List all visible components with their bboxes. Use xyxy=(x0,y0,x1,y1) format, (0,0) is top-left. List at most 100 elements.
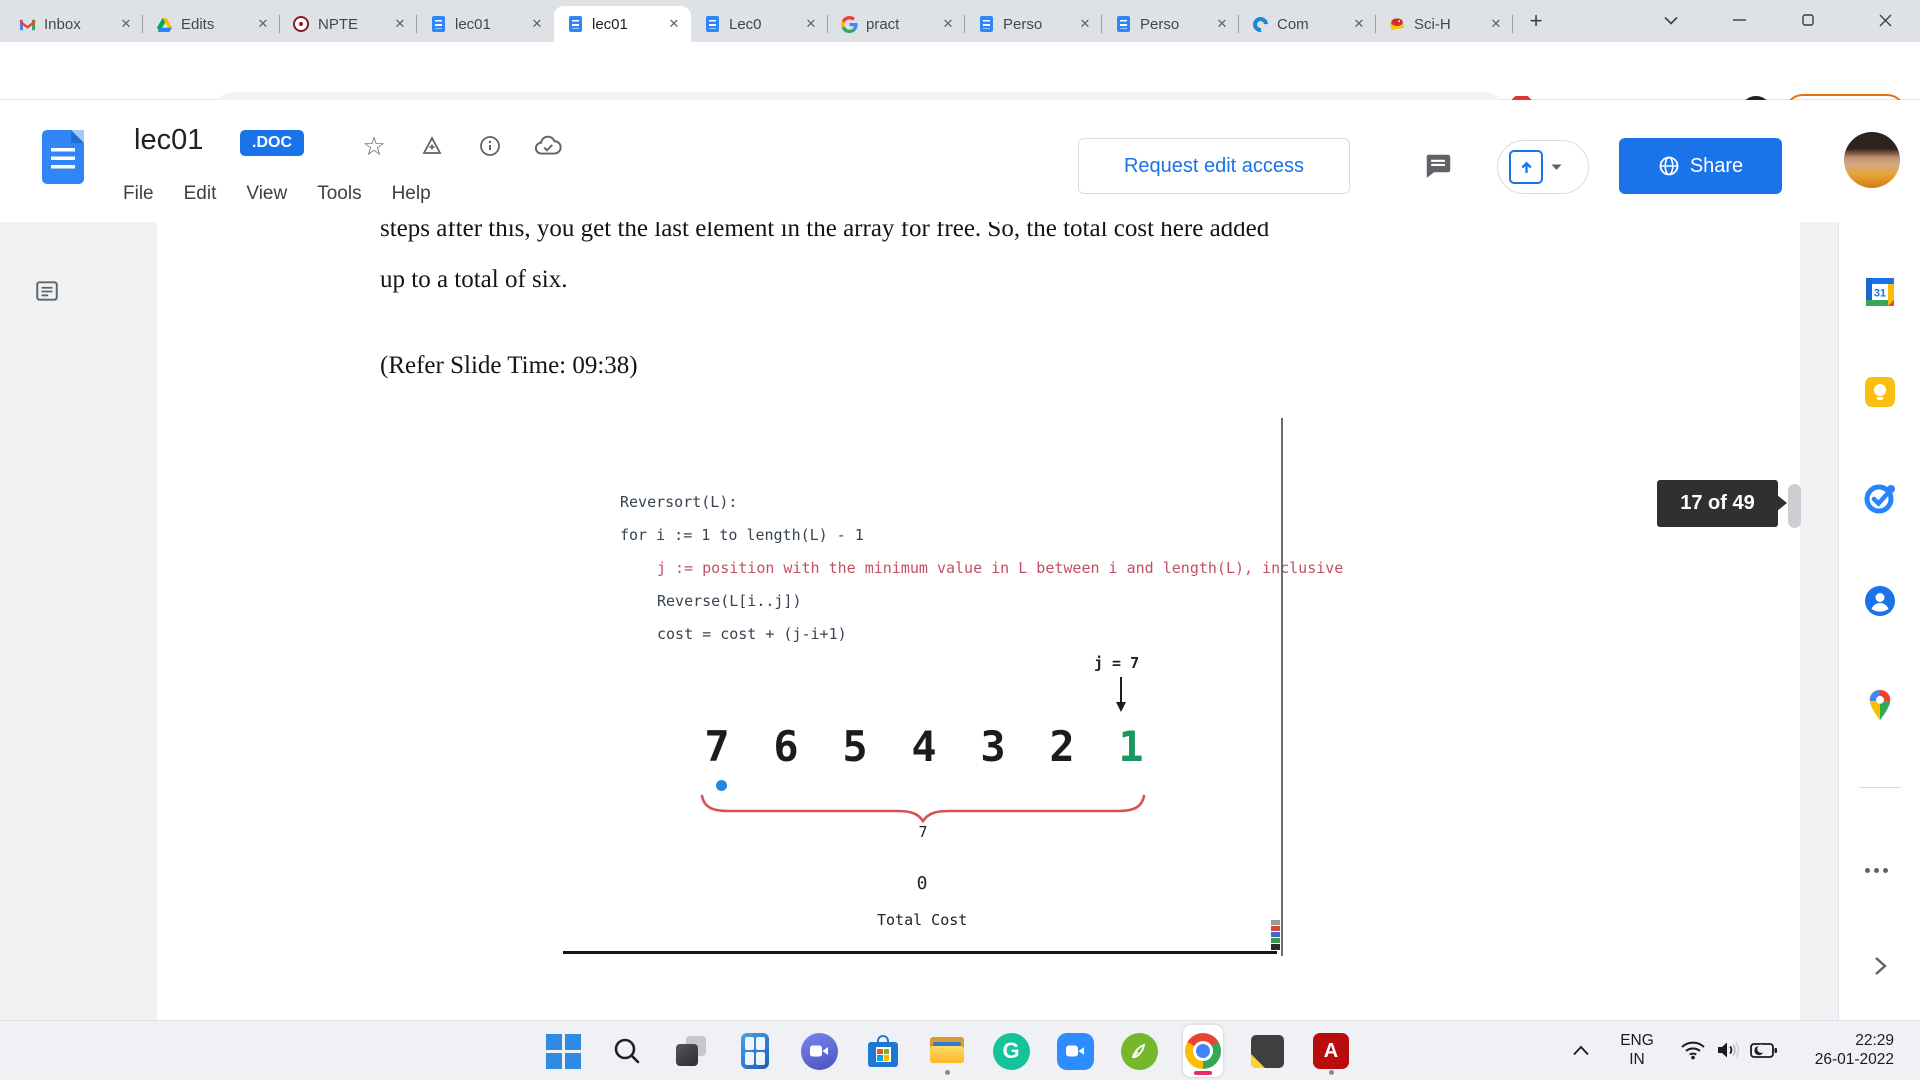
tab-close-icon[interactable]: ✕ xyxy=(665,15,683,33)
upload-arrow-icon xyxy=(1509,150,1543,184)
menu-bar: File Edit View Tools Help xyxy=(123,183,431,205)
widgets-icon[interactable] xyxy=(735,1025,775,1077)
docx-mode-button[interactable] xyxy=(1497,140,1589,194)
google-maps-icon[interactable] xyxy=(1862,687,1898,723)
browser-toolbar: docs.google.com/document/d/1ZU2oWWIUcPTm… xyxy=(0,42,1920,100)
scrollbar-thumb[interactable] xyxy=(1788,484,1801,528)
start-button-icon[interactable] xyxy=(543,1025,583,1077)
taskbar-clock[interactable]: 22:29 26-01-2022 xyxy=(1790,1031,1894,1069)
tab-lec01-active[interactable]: lec01 ✕ xyxy=(554,6,691,42)
tab-nptel[interactable]: NPTE ✕ xyxy=(280,6,417,42)
cloud-saved-icon[interactable] xyxy=(534,132,562,160)
tab-perso-1[interactable]: Perso ✕ xyxy=(965,6,1102,42)
tab-close-icon[interactable]: ✕ xyxy=(391,15,409,33)
drive-icon xyxy=(155,15,173,33)
tab-perso-2[interactable]: Perso ✕ xyxy=(1102,6,1239,42)
document-title[interactable]: lec01 xyxy=(134,124,203,157)
document-status-info-icon[interactable] xyxy=(476,132,504,160)
tab-gmail-inbox[interactable]: Inbox ✕ xyxy=(6,6,143,42)
task-view-icon[interactable] xyxy=(671,1025,711,1077)
globe-icon xyxy=(1658,155,1680,177)
wifi-icon[interactable] xyxy=(1680,1039,1706,1066)
notes-app-icon[interactable] xyxy=(1247,1025,1287,1077)
doc-format-badge: .DOC xyxy=(240,130,304,156)
tab-lec0[interactable]: Lec0 ✕ xyxy=(691,6,828,42)
request-edit-access-button[interactable]: Request edit access xyxy=(1078,138,1350,194)
menu-edit[interactable]: Edit xyxy=(184,183,217,205)
tab-title: NPTE xyxy=(318,16,383,33)
adobe-acrobat-icon[interactable]: A xyxy=(1311,1025,1351,1077)
tab-close-icon[interactable]: ✕ xyxy=(939,15,957,33)
window-minimize-button[interactable] xyxy=(1716,0,1762,40)
taskbar-search-icon[interactable] xyxy=(607,1025,647,1077)
tab-drive-edits[interactable]: Edits ✕ xyxy=(143,6,280,42)
microsoft-store-icon[interactable] xyxy=(863,1025,903,1077)
tab-com[interactable]: Com ✕ xyxy=(1239,6,1376,42)
browser-tab-strip: Inbox ✕ Edits ✕ NPTE ✕ lec01 ✕ xyxy=(0,0,1920,42)
comments-icon[interactable] xyxy=(1420,148,1456,184)
tab-title: Edits xyxy=(181,16,246,33)
docs-icon xyxy=(429,15,447,33)
zoom-app-icon[interactable] xyxy=(1055,1025,1095,1077)
pen-app-icon[interactable] xyxy=(1119,1025,1159,1077)
tab-google-search[interactable]: pract ✕ xyxy=(828,6,965,42)
google-calendar-icon[interactable]: 31 xyxy=(1862,274,1898,310)
menu-file[interactable]: File xyxy=(123,183,154,205)
tab-close-icon[interactable]: ✕ xyxy=(1350,15,1368,33)
docs-icon xyxy=(703,15,721,33)
file-explorer-icon[interactable] xyxy=(927,1025,967,1077)
hidden-icons-chevron[interactable] xyxy=(1572,1043,1590,1061)
tab-close-icon[interactable]: ✕ xyxy=(117,15,135,33)
tab-lec01-doc[interactable]: lec01 ✕ xyxy=(417,6,554,42)
window-close-button[interactable] xyxy=(1857,0,1913,40)
tab-title: Com xyxy=(1277,16,1342,33)
menu-view[interactable]: View xyxy=(246,183,287,205)
star-document-icon[interactable]: ☆ xyxy=(360,132,388,160)
volume-icon[interactable] xyxy=(1716,1040,1740,1065)
menu-tools[interactable]: Tools xyxy=(317,183,361,205)
screen: Inbox ✕ Edits ✕ NPTE ✕ lec01 ✕ xyxy=(0,0,1920,1080)
window-maximize-button[interactable] xyxy=(1785,0,1831,40)
array-value: 3 xyxy=(976,722,1010,771)
tab-scihub[interactable]: Sci-H ✕ xyxy=(1376,6,1513,42)
share-button[interactable]: Share xyxy=(1619,138,1782,194)
grammarly-app-icon[interactable]: G xyxy=(991,1025,1031,1077)
tab-close-icon[interactable]: ✕ xyxy=(1487,15,1505,33)
account-avatar[interactable] xyxy=(1844,132,1900,188)
google-keep-icon[interactable] xyxy=(1862,374,1898,410)
calendar-day-number: 31 xyxy=(1874,288,1886,300)
slide-caption: (Refer Slide Time: 09:38) xyxy=(380,352,638,380)
move-to-drive-icon[interactable] xyxy=(418,132,446,160)
tab-close-icon[interactable]: ✕ xyxy=(802,15,820,33)
code-line-highlighted: j := position with the minimum value in … xyxy=(657,552,1343,585)
code-line: Reversort(L): xyxy=(620,486,1343,519)
sci-hub-icon xyxy=(1388,15,1406,33)
battery-saver-icon[interactable] xyxy=(1750,1042,1778,1064)
tab-search-chevron-icon[interactable] xyxy=(1648,0,1694,40)
hide-panel-chevron-icon[interactable] xyxy=(1862,948,1898,984)
tabs: Inbox ✕ Edits ✕ NPTE ✕ lec01 ✕ xyxy=(6,6,1513,42)
new-tab-button[interactable]: + xyxy=(1522,8,1550,36)
docs-icon xyxy=(1114,15,1132,33)
language-indicator[interactable]: ENG IN xyxy=(1612,1031,1662,1069)
google-contacts-icon[interactable] xyxy=(1862,583,1898,619)
menu-help[interactable]: Help xyxy=(392,183,431,205)
nptel-icon xyxy=(292,15,310,33)
tab-close-icon[interactable]: ✕ xyxy=(528,15,546,33)
tab-title: lec01 xyxy=(592,16,657,33)
document-outline-icon[interactable] xyxy=(34,278,60,309)
span-cost-value: 7 xyxy=(911,823,935,841)
teams-chat-icon[interactable] xyxy=(799,1025,839,1077)
more-addons-icon[interactable] xyxy=(1865,868,1888,873)
pointer-label: j = 7 xyxy=(1094,654,1139,672)
tab-title: pract xyxy=(866,16,931,33)
slide-code-block: Reversort(L): for i := 1 to length(L) - … xyxy=(620,486,1343,651)
tab-close-icon[interactable]: ✕ xyxy=(1213,15,1231,33)
google-tasks-icon[interactable] xyxy=(1862,480,1898,516)
language-line2: IN xyxy=(1612,1050,1662,1069)
chrome-taskbar-icon[interactable] xyxy=(1183,1025,1223,1077)
tab-close-icon[interactable]: ✕ xyxy=(1076,15,1094,33)
google-docs-logo[interactable] xyxy=(42,130,84,184)
slide-mini-scrollbar xyxy=(1271,920,1280,950)
tab-close-icon[interactable]: ✕ xyxy=(254,15,272,33)
